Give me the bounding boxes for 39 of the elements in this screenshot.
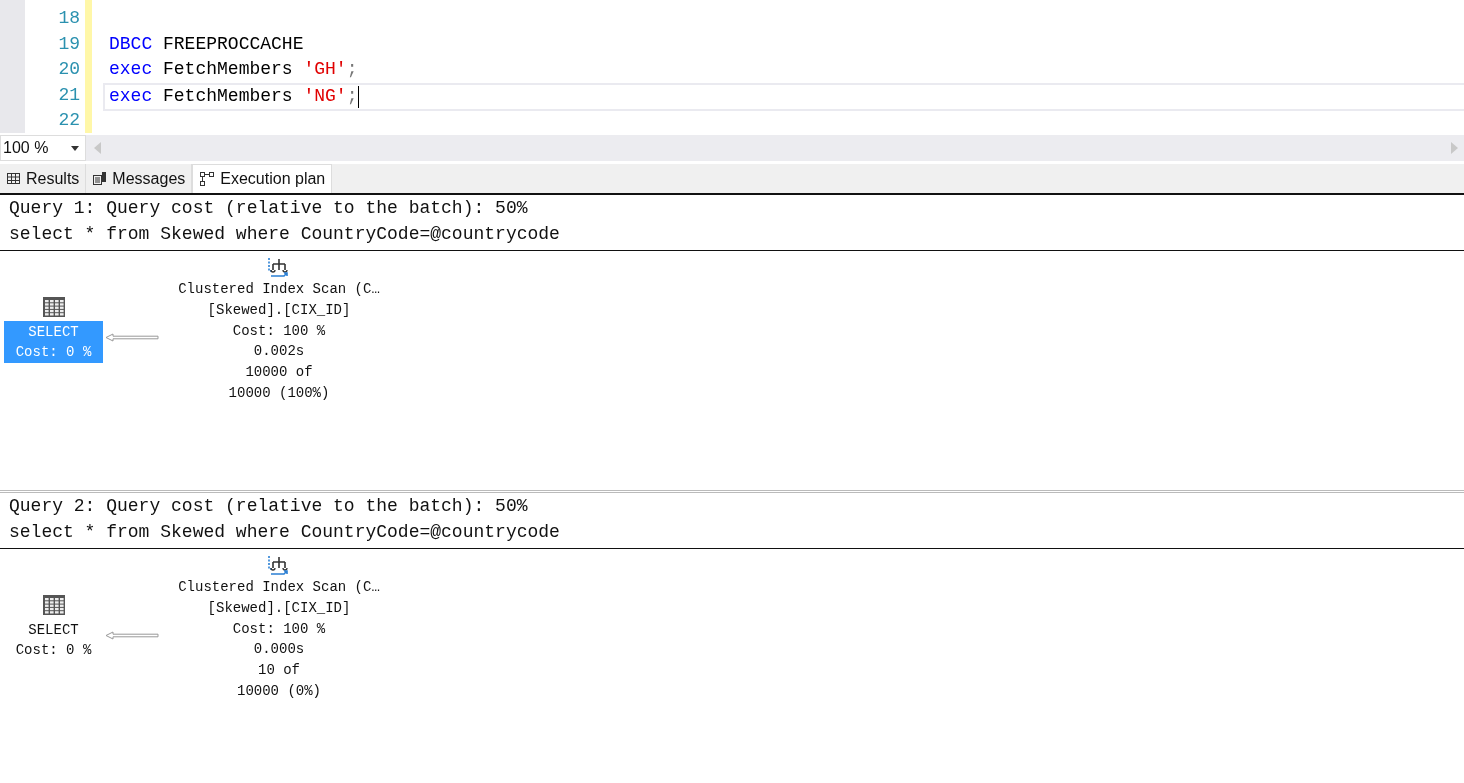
- query-sql: select * from Skewed where CountryCode=@countrycode: [9, 222, 561, 246]
- code-line: exec FetchMembers 'GH';: [109, 58, 358, 81]
- operator-detail: 10 of: [258, 661, 300, 681]
- query-cost-header: Query 1: Query cost (relative to the batch): 50%: [9, 197, 529, 220]
- table-icon[interactable]: [42, 595, 65, 615]
- operator-detail: [Skewed].[CIX_ID]: [207, 598, 351, 618]
- flow-arrow: [105, 333, 159, 342]
- line-number: 21: [57, 83, 81, 107]
- operator-detail: Cost: 100 %: [232, 321, 326, 341]
- document-icon: [93, 172, 107, 185]
- plan-icon: [200, 172, 215, 186]
- query-cost-header: Query 2: Query cost (relative to the batch): 50%: [9, 495, 529, 518]
- operator-detail: Clustered Index Scan (C…: [178, 578, 380, 597]
- query-sql: select * from Skewed where CountryCode=@countrycode: [9, 520, 561, 544]
- clustered-index-scan-icon[interactable]: [267, 555, 291, 577]
- flow-arrow: [105, 631, 159, 640]
- table-icon[interactable]: [42, 297, 65, 317]
- code-line: exec FetchMembers 'NG';: [109, 84, 358, 108]
- zoom-dropdown[interactable]: 100 %: [0, 135, 86, 161]
- result-tab[interactable]: Execution plan: [192, 164, 333, 193]
- select-operator[interactable]: SELECT Cost: 0 %: [4, 619, 103, 661]
- line-number: 20: [57, 58, 81, 81]
- line-number: 22: [57, 109, 81, 132]
- operator-detail: 10000 (100%): [228, 384, 330, 403]
- operator-detail: 0.002s: [253, 342, 305, 362]
- operator-detail: Cost: 100 %: [232, 619, 326, 639]
- caret-icon: [71, 145, 79, 151]
- operator-detail: 10000 (0%): [237, 682, 321, 701]
- line-number: 19: [57, 32, 81, 56]
- operator-detail: 10000 of: [245, 363, 313, 383]
- operator-detail: 0.000s: [253, 640, 305, 660]
- operator-detail: [Skewed].[CIX_ID]: [207, 300, 351, 320]
- result-tab[interactable]: Results: [0, 164, 87, 193]
- code-line: DBCC FREEPROCCACHE: [109, 32, 304, 56]
- line-number: 18: [57, 7, 81, 30]
- text-cursor: [358, 85, 360, 108]
- operator-detail: Clustered Index Scan (C…: [178, 280, 380, 299]
- clustered-index-scan-icon[interactable]: [267, 257, 291, 279]
- grid-icon: [7, 173, 20, 184]
